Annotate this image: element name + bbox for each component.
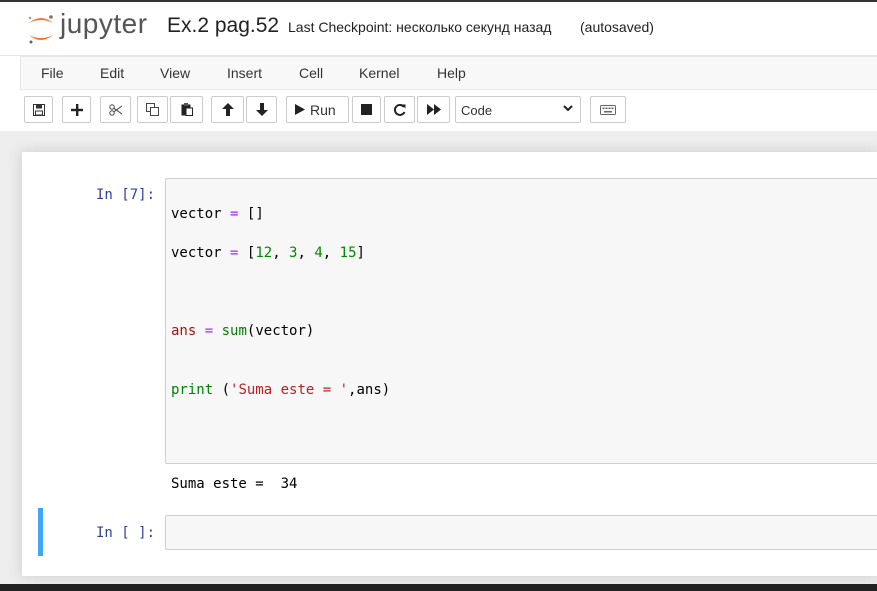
token-builtin: sum xyxy=(221,323,247,339)
copy-button[interactable] xyxy=(137,96,168,123)
token-number: 15 xyxy=(339,245,357,261)
run-button-label: Run xyxy=(310,101,336,118)
menu-file[interactable]: File xyxy=(41,65,64,81)
paste-icon xyxy=(181,103,193,116)
token-comma: , xyxy=(322,245,340,261)
menu-kernel[interactable]: Kernel xyxy=(359,65,399,81)
cut-icon xyxy=(108,103,122,116)
move-up-button[interactable] xyxy=(211,96,244,123)
token-paren: ( xyxy=(213,382,231,398)
token-var: ans xyxy=(171,323,197,339)
cell-1-input-prompt: In [7]: xyxy=(96,187,156,203)
run-button[interactable]: Run xyxy=(286,96,349,123)
restart-button[interactable] xyxy=(384,96,415,123)
move-down-button[interactable] xyxy=(246,96,277,123)
token-number: 12 xyxy=(255,245,273,261)
token-number: 4 xyxy=(314,245,323,261)
token-comma: , xyxy=(297,245,315,261)
menu-view[interactable]: View xyxy=(160,65,190,81)
token-builtin: print xyxy=(171,382,214,398)
window-bottom-border xyxy=(0,584,877,591)
token-var: vector xyxy=(171,206,222,222)
menu-cell[interactable]: Cell xyxy=(299,65,323,81)
cell-1-output: Suma este = 34 xyxy=(171,476,298,492)
notebook-header: jupyter Ex.2 pag.52 Last Checkpoint: нес… xyxy=(0,2,877,55)
jupyter-logo-text[interactable]: jupyter xyxy=(60,8,148,40)
save-button[interactable] xyxy=(24,96,53,123)
chevron-down-icon xyxy=(563,105,573,112)
token-args: (vector) xyxy=(246,323,315,339)
run-icon xyxy=(295,104,305,115)
cell-2-input-prompt: In [ ]: xyxy=(96,525,156,541)
menu-insert[interactable]: Insert xyxy=(227,65,262,81)
token-args: ,ans) xyxy=(348,382,391,398)
cut-button[interactable] xyxy=(100,96,131,123)
run-all-button[interactable] xyxy=(417,96,450,123)
interrupt-button[interactable] xyxy=(352,96,381,123)
token-var: vector xyxy=(171,245,222,261)
cell-type-value: Code xyxy=(461,103,493,118)
restart-icon xyxy=(393,103,405,116)
notebook-title[interactable]: Ex.2 pag.52 xyxy=(167,14,279,38)
paste-button[interactable] xyxy=(170,96,203,123)
menu-help[interactable]: Help xyxy=(437,65,466,81)
plus-icon xyxy=(70,103,83,116)
menu-container: File Edit View Insert Cell Kernel Help xyxy=(20,56,877,90)
save-icon xyxy=(32,103,45,116)
keyboard-icon xyxy=(600,104,616,115)
arrow-down-icon xyxy=(255,103,268,116)
jupyter-logo-icon[interactable] xyxy=(26,12,56,46)
cell-2-code-editor[interactable] xyxy=(165,515,877,550)
command-palette-button[interactable] xyxy=(590,96,626,123)
autosave-status: (autosaved) xyxy=(580,19,654,35)
token-brackets: [] xyxy=(246,206,264,222)
toolbar: Run Code xyxy=(0,91,877,131)
token-operator: = xyxy=(204,323,214,339)
code-line-3[interactable]: ans = sum(vector) xyxy=(171,323,314,339)
menu-bar: File Edit View Insert Cell Kernel Help xyxy=(0,55,877,92)
token-comma: , xyxy=(272,245,290,261)
fast-forward-icon xyxy=(426,104,441,115)
checkpoint-status: Last Checkpoint: несколько секунд назад xyxy=(288,19,552,35)
stop-icon xyxy=(361,104,372,115)
copy-icon xyxy=(146,103,159,116)
insert-cell-button[interactable] xyxy=(62,96,91,123)
arrow-up-icon xyxy=(221,103,234,116)
code-line-4[interactable]: print ('Suma este = ',ans) xyxy=(171,382,390,398)
code-line-2[interactable]: vector = [12, 3, 4, 15] xyxy=(171,245,365,261)
cell-type-select[interactable]: Code xyxy=(455,96,581,123)
cell-1-code-editor[interactable] xyxy=(165,178,877,464)
menu-edit[interactable]: Edit xyxy=(100,65,124,81)
token-bracket: ] xyxy=(356,245,365,261)
code-line-1[interactable]: vector = [] xyxy=(171,206,264,222)
token-string: 'Suma este = ' xyxy=(230,382,349,398)
